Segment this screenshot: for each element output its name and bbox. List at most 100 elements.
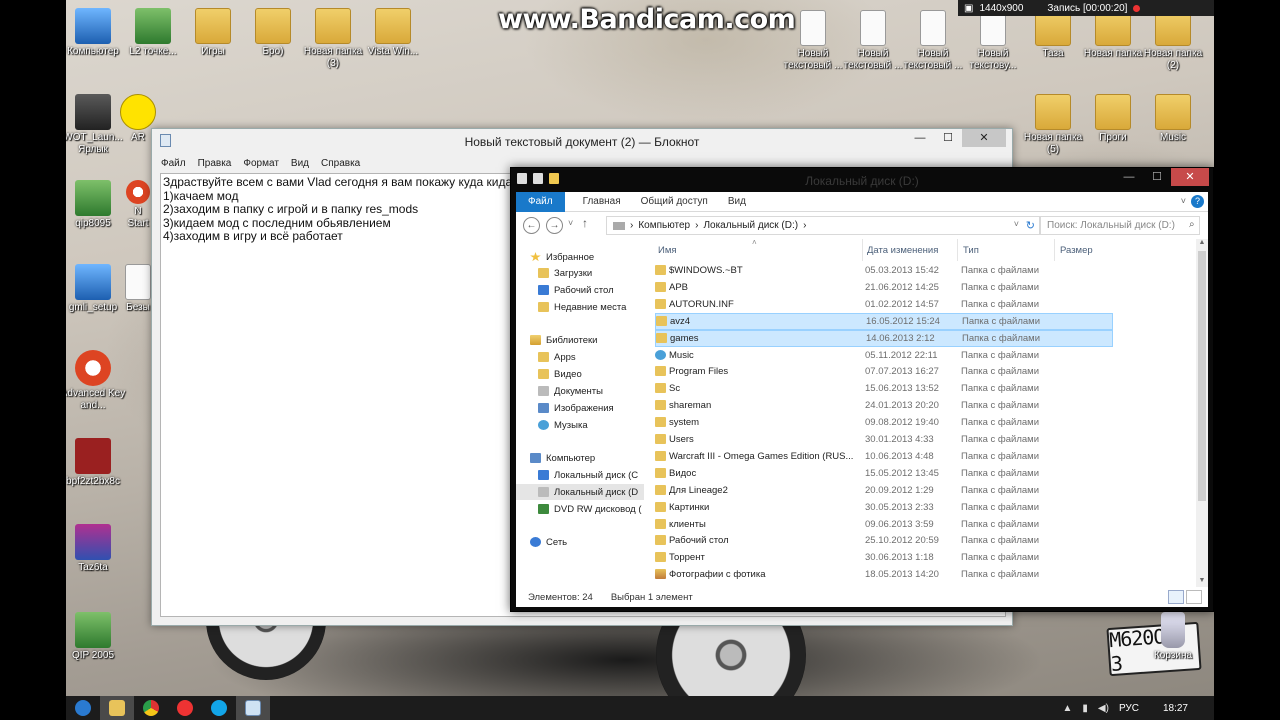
file-row[interactable]: Рабочий стол 25.10.2012 20:59 Папка с файл… [652,532,1208,549]
file-row[interactable]: system 09.08.2012 19:40 Папка с файлами [652,414,1208,431]
tab-file[interactable]: Файл [516,191,565,212]
chevron-down-icon[interactable]: ˅ [1014,219,1019,229]
help-icon[interactable]: ? [1191,195,1204,208]
desktop-icon-recycle-bin[interactable]: Корзина [1138,612,1208,662]
file-row[interactable]: Картинки 30.05.2013 2:33 Папка с файлами [652,499,1208,516]
menu-help[interactable]: Справка [321,158,360,169]
column-type[interactable]: Тип [963,245,979,256]
file-row[interactable]: Для Lineage2 20.09.2012 1:29 Папка с файла… [652,482,1208,499]
breadcrumb-drive[interactable]: Локальный диск (D:) [703,220,798,231]
notepad-titlebar[interactable]: Новый текстовый документ (2) — Блокнот —… [152,129,1012,153]
column-date[interactable]: Дата изменения [867,245,938,256]
file-row[interactable]: Торрент 30.06.2013 1:18 Папка с файлами [652,549,1208,566]
desktop-icon-new-folder-2[interactable]: Новая папка (2) [1138,10,1208,72]
scrollbar-thumb[interactable] [1198,251,1206,501]
desktop-icon-vista[interactable]: Vista Win... [358,8,428,58]
scroll-up-icon[interactable]: ▲ [1196,239,1208,249]
nav-desktop[interactable]: Рабочий стол [538,282,614,298]
nav-libraries[interactable]: Библиотеки [530,332,597,348]
file-row[interactable]: Warcraft III - Omega Games Edition (RUS.… [652,448,1208,465]
file-row[interactable]: Music 05.11.2012 22:11 Папка с файлами [652,347,1208,364]
desktop-icon-qip2005[interactable]: QIP 2005 [66,612,128,662]
volume-icon[interactable]: ◀) [1098,703,1109,714]
show-hidden-icons-icon[interactable]: ▲ [1062,703,1072,714]
vertical-scrollbar[interactable]: ▲ ▼ [1196,239,1208,587]
maximize-button[interactable]: ☐ [1143,168,1171,186]
taskbar-ie[interactable] [66,696,100,720]
desktop-icon-bezy[interactable]: Безы [124,264,152,314]
language-indicator[interactable]: РУС [1119,703,1139,714]
nav-favorites[interactable]: Избранное [530,249,594,265]
column-divider[interactable] [862,239,863,261]
taskbar-yandex[interactable] [168,696,202,720]
file-row[interactable]: games 14.06.2013 2:12 Папка с файлами [655,329,1113,347]
nav-documents[interactable]: Документы [538,383,603,399]
taskbar-chrome[interactable] [134,696,168,720]
menu-file[interactable]: Файл [161,158,186,169]
up-arrow-icon[interactable]: ↑ [582,216,588,230]
file-row[interactable]: Видос 15.05.2012 13:45 Папка с файлами [652,465,1208,482]
file-row[interactable]: AUTORUN.INF 01.02.2012 14:57 Папка с файла… [652,296,1208,313]
desktop-icon-nstart[interactable]: N Start [124,180,152,230]
file-row[interactable]: Program Files 07.07.2013 16:27 Папка с фай… [652,363,1208,380]
scroll-down-icon[interactable]: ▼ [1196,577,1208,587]
details-view-icon[interactable] [1168,590,1184,604]
menu-view[interactable]: Вид [291,158,309,169]
record-icon[interactable] [1133,4,1141,12]
file-row[interactable]: клиенты 09.06.2013 3:59 Папка с файлами [652,516,1208,533]
menu-format[interactable]: Формат [243,158,279,169]
file-row[interactable]: Sc 15.06.2013 13:52 Папка с файлами [652,380,1208,397]
breadcrumb-computer[interactable]: Компьютер [638,220,690,231]
close-button[interactable]: ✕ [1171,168,1209,186]
nav-video[interactable]: Видео [538,366,582,382]
menu-edit[interactable]: Правка [198,158,232,169]
taskbar-explorer[interactable] [100,696,134,720]
maximize-button[interactable]: ☐ [934,129,962,147]
column-divider[interactable] [957,239,958,261]
network-icon[interactable]: ▮ [1082,703,1088,714]
address-bar[interactable]: › Компьютер › Локальный диск (D:) › ↻ ˅ [606,216,1040,235]
explorer-titlebar[interactable]: Локальный диск (D:) — ☐ ✕ [511,168,1213,192]
desktop-icon-advanced-key[interactable]: Advanced Key and... [66,350,128,412]
tab-share[interactable]: Общий доступ [631,196,718,207]
clock[interactable]: 18:27 [1163,703,1188,714]
tab-view[interactable]: Вид [718,196,756,207]
explorer-window[interactable]: Локальный диск (D:) — ☐ ✕ Файл Главная О… [510,167,1214,612]
close-button[interactable]: ✕ [962,129,1006,147]
minimize-button[interactable]: — [1115,168,1143,186]
nav-downloads[interactable]: Загрузки [538,265,592,281]
search-input[interactable]: Поиск: Локальный диск (D:) [1040,216,1200,235]
file-row[interactable]: Users 30.01.2013 4:33 Папка с файлами [652,431,1208,448]
file-row[interactable]: Фотографии с фотика 18.05.2013 14:20 Папка… [652,566,1208,583]
tab-home[interactable]: Главная [573,196,631,207]
file-row[interactable]: APB 21.06.2012 14:25 Папка с файлами [652,279,1208,296]
refresh-icon[interactable]: ↻ [1026,219,1035,232]
minimize-button[interactable]: — [906,129,934,147]
desktop-icon-gmli-setup[interactable]: gmli_setup [66,264,128,314]
file-row[interactable]: avz4 16.05.2012 15:24 Папка с файлами [655,312,1113,330]
nav-drive-d[interactable]: Локальный диск (D [516,484,644,500]
nav-music[interactable]: Музыка [538,417,588,433]
forward-button[interactable]: → [546,217,563,234]
back-button[interactable]: ← [523,217,540,234]
nav-recent[interactable]: Недавние места [538,299,626,315]
file-row[interactable]: shareman 24.01.2013 20:20 Папка с файлами [652,397,1208,414]
desktop-icon-music[interactable]: Music [1138,94,1208,144]
nav-apps[interactable]: Apps [538,349,576,365]
chevron-down-icon[interactable]: ˅ [1181,196,1186,206]
desktop-icon-book[interactable]: bpf2zt2bx8c [66,438,128,488]
nav-dvd[interactable]: DVD RW дисковод ( [538,501,642,517]
column-divider[interactable] [1054,239,1055,261]
file-row[interactable]: $WINDOWS.~BT 05.03.2013 15:42 Папка с файл… [652,262,1208,279]
nav-computer[interactable]: Компьютер [530,450,595,466]
nav-drive-c[interactable]: Локальный диск (C [538,467,638,483]
nav-network[interactable]: Сеть [530,534,567,550]
desktop-icon-qip8095[interactable]: qip8095 [66,180,128,230]
nav-pictures[interactable]: Изображения [538,400,614,416]
tiles-view-icon[interactable] [1186,590,1202,604]
taskbar-skype[interactable] [202,696,236,720]
taskbar-notepad[interactable] [236,696,270,720]
column-size[interactable]: Размер [1060,245,1093,256]
desktop-icon-winrar[interactable]: Taz6ta [66,524,128,574]
recent-locations-icon[interactable]: ˅ [568,218,573,228]
